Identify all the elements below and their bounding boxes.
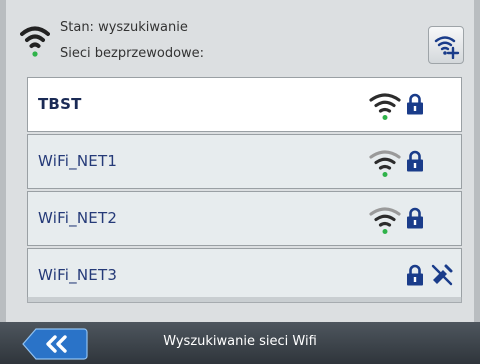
wifi-add-icon xyxy=(434,36,460,59)
wifi-signal-icon xyxy=(369,207,401,234)
network-row[interactable]: WiFi_NET1 xyxy=(27,134,462,189)
network-list: TBST WiFi_NET1 WiFi_NET2 WiFi_NET3 xyxy=(27,77,462,305)
network-name: WiFi_NET1 xyxy=(38,152,118,170)
add-network-button[interactable] xyxy=(428,26,464,64)
list-scroll-edge xyxy=(27,297,462,303)
no-signal-icon xyxy=(431,264,453,286)
lock-icon xyxy=(407,207,423,229)
network-name: WiFi_NET2 xyxy=(38,209,118,227)
wifi-search-screen: Stan: wyszukiwanie Sieci bezprzewodowe: … xyxy=(0,0,480,364)
status-text: Stan: wyszukiwanie xyxy=(60,20,188,35)
screen-title: Wyszukiwanie sieci Wifi xyxy=(163,334,317,349)
network-row[interactable]: WiFi_NET2 xyxy=(27,191,462,246)
network-row[interactable]: WiFi_NET3 xyxy=(27,248,462,303)
network-row[interactable]: TBST xyxy=(27,77,462,132)
lock-icon xyxy=(407,93,423,115)
network-name: TBST xyxy=(38,95,82,113)
networks-heading: Sieci bezprzewodowe: xyxy=(60,46,205,61)
bottom-bar: Wyszukiwanie sieci Wifi xyxy=(0,322,480,364)
frame-left xyxy=(0,0,6,322)
wifi-status-icon xyxy=(20,26,50,57)
lock-icon xyxy=(407,264,423,286)
frame-right xyxy=(474,0,480,322)
network-name: WiFi_NET3 xyxy=(38,266,118,284)
wifi-signal-icon xyxy=(369,150,401,177)
wifi-signal-icon xyxy=(369,93,401,120)
lock-icon xyxy=(407,150,423,172)
